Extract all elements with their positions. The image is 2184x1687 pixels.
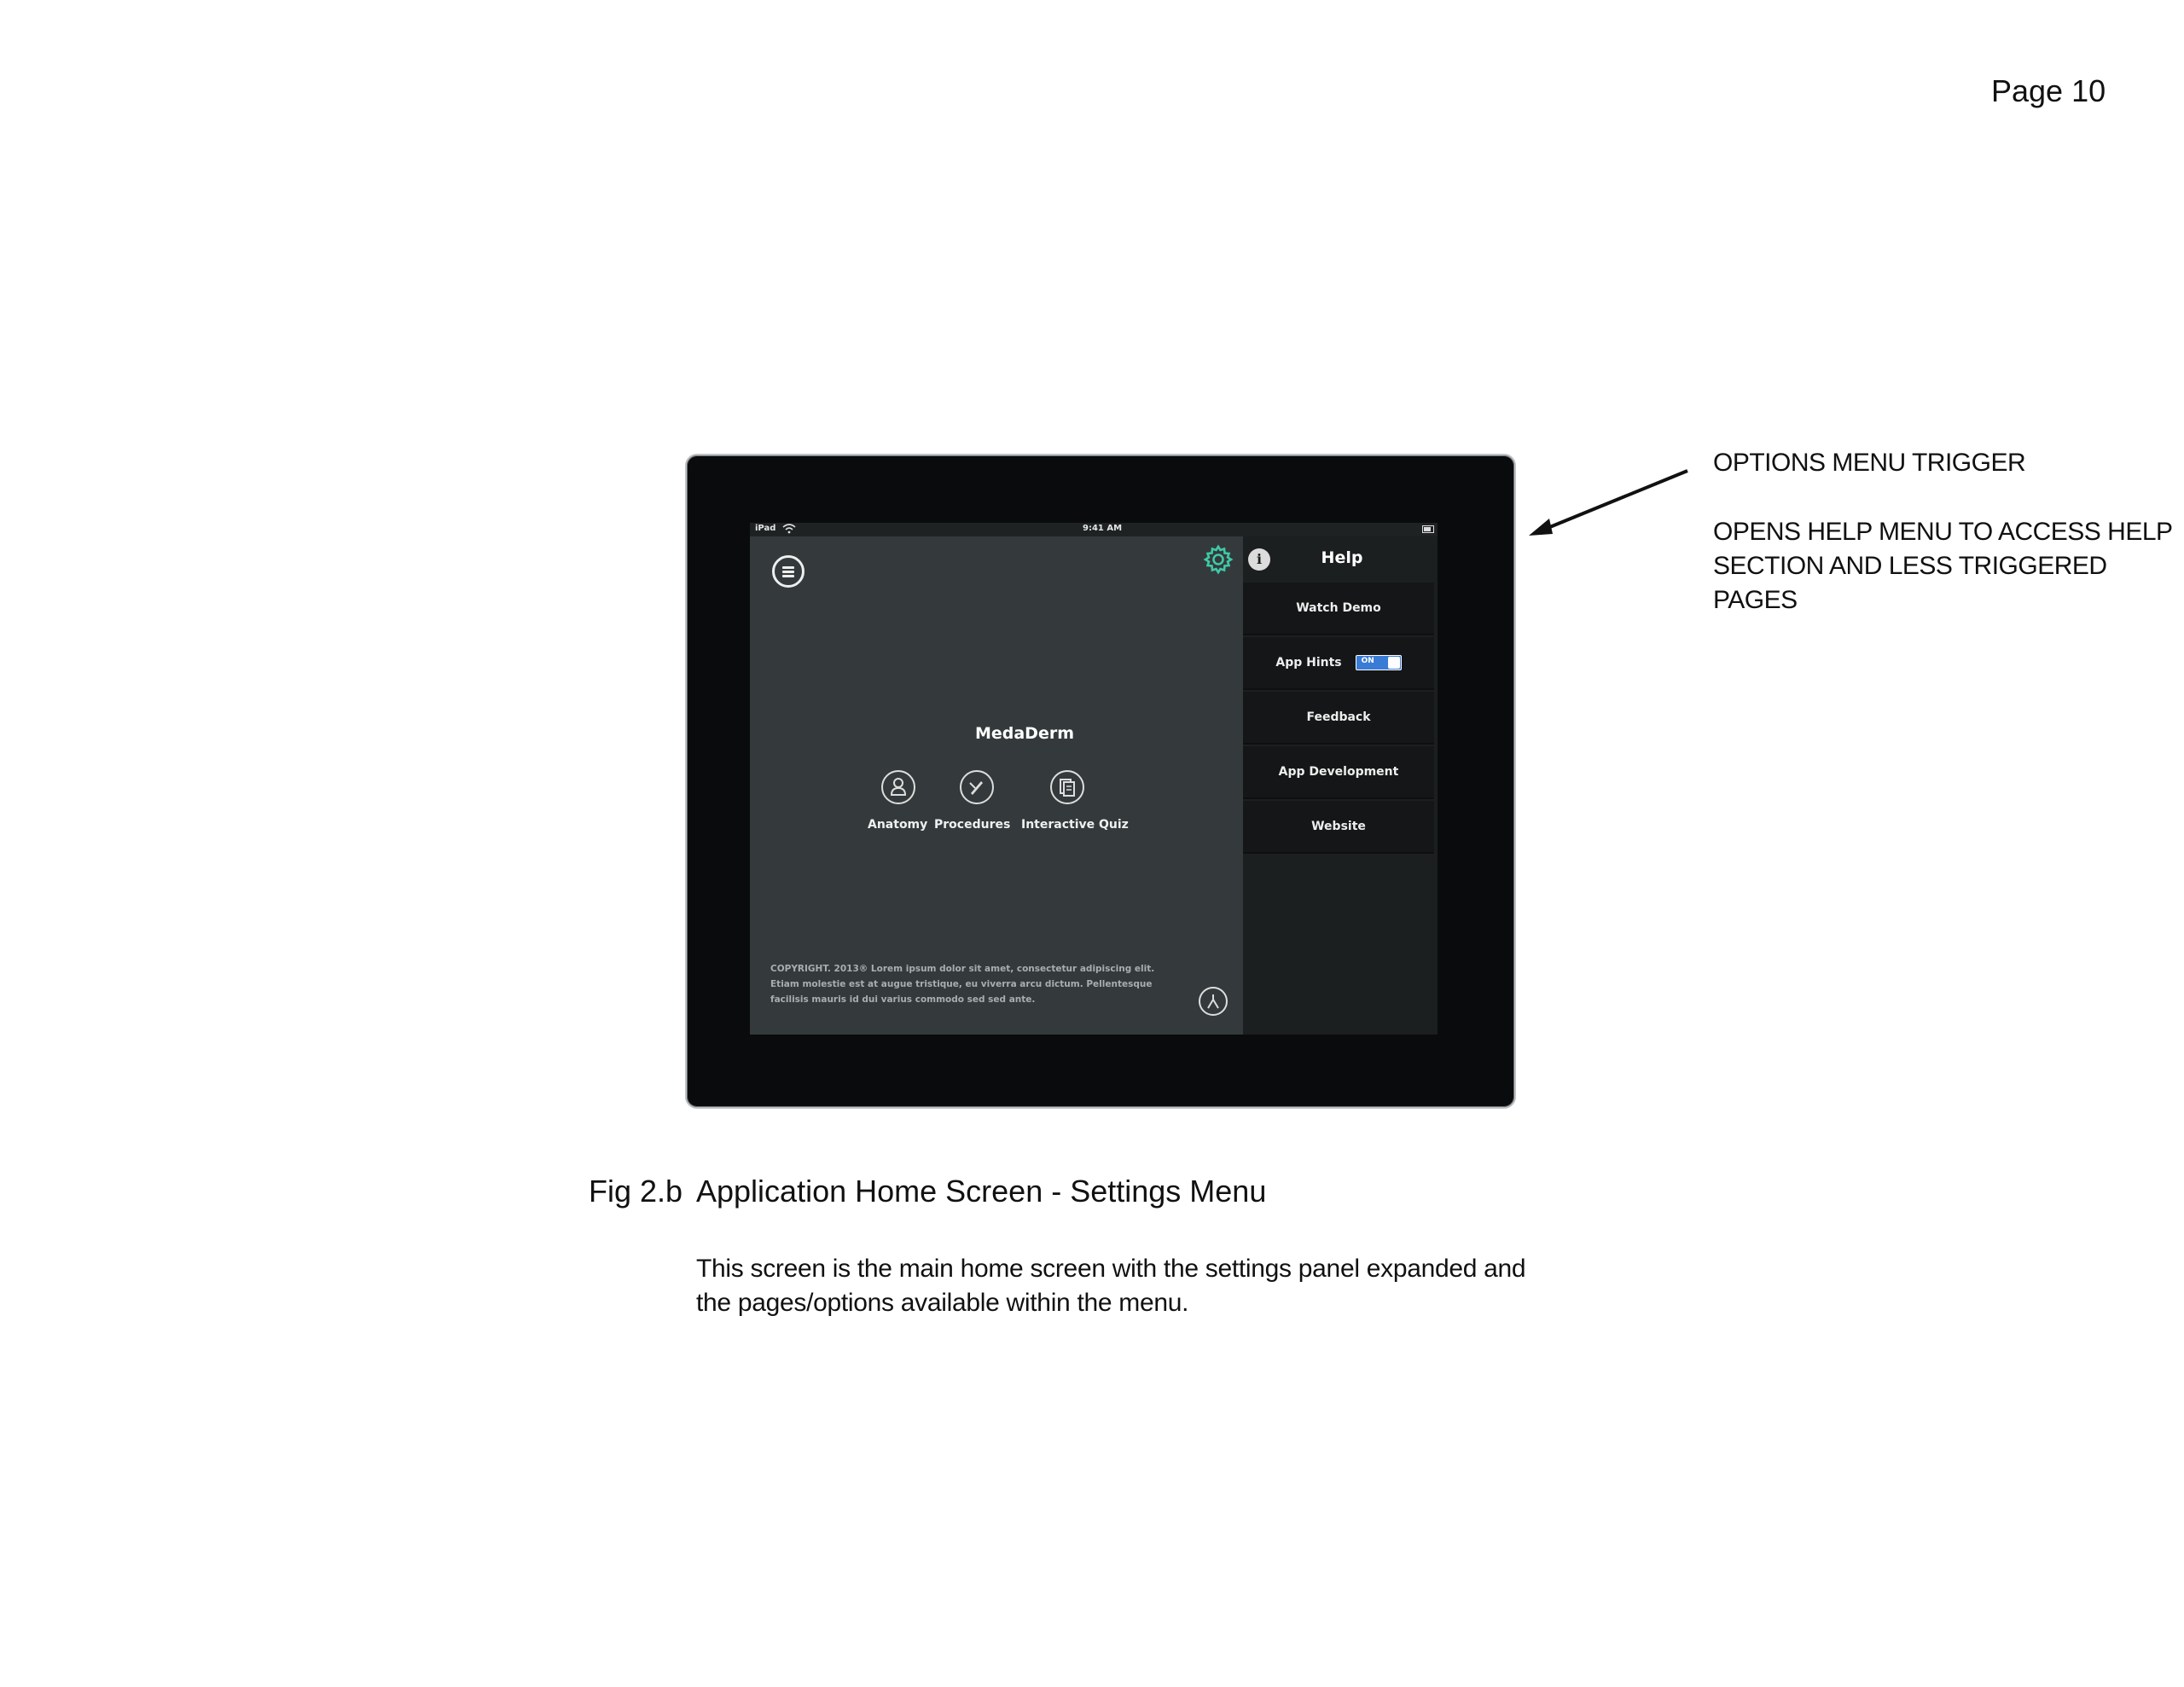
- wifi-icon: [782, 524, 796, 534]
- settings-panel: i Help Watch Demo App Hints ON Feedback …: [1243, 536, 1438, 1035]
- scalpel-icon: [969, 781, 983, 795]
- website-label: Website: [1311, 820, 1366, 833]
- website-item[interactable]: Website: [1243, 801, 1434, 854]
- toggle-state: ON: [1361, 657, 1374, 665]
- panel-title: Help: [1321, 548, 1363, 567]
- clipboard-icon: [1060, 779, 1075, 797]
- tablet-frame: iPad 9:41 AM MedaDerm Anatomy Procedures…: [685, 454, 1516, 1109]
- annotation-description: OPENS HELP MENU TO ACCESS HELP SECTION A…: [1713, 518, 2172, 614]
- anatomy-button[interactable]: [881, 770, 915, 804]
- feedback-label: Feedback: [1306, 710, 1371, 724]
- app-hints-item[interactable]: App Hints ON: [1243, 637, 1434, 690]
- feedback-item[interactable]: Feedback: [1243, 692, 1434, 745]
- anatomy-label[interactable]: Anatomy: [868, 818, 927, 832]
- battery-icon: [1422, 525, 1434, 533]
- person-icon: [890, 778, 907, 796]
- figure-caption: Fig 2.b Application Home Screen - Setting…: [589, 1174, 1266, 1209]
- status-bar: iPad 9:41 AM: [750, 523, 1438, 536]
- figure-label: Fig 2.b: [589, 1174, 683, 1209]
- app-screen: iPad 9:41 AM MedaDerm Anatomy Procedures…: [750, 523, 1438, 1035]
- logo-icon[interactable]: [1199, 987, 1228, 1016]
- page-number: Page 10: [1991, 73, 2106, 108]
- watch-demo-label: Watch Demo: [1296, 601, 1381, 615]
- figure-title: Application Home Screen - Settings Menu: [696, 1174, 1267, 1209]
- copyright-text: COPYRIGHT. 2013® Lorem ipsum dolor sit a…: [770, 964, 1155, 1005]
- panel-header: i Help: [1243, 536, 1438, 583]
- app-hints-label: App Hints: [1275, 656, 1342, 670]
- toggle-knob: [1387, 657, 1400, 669]
- procedures-label[interactable]: Procedures: [934, 818, 1010, 832]
- annotation-title: OPTIONS MENU TRIGGER: [1713, 449, 2026, 477]
- interactive-quiz-button[interactable]: [1050, 770, 1084, 804]
- procedures-button[interactable]: [960, 770, 994, 804]
- app-hints-toggle[interactable]: ON: [1355, 655, 1402, 670]
- app-title: MedaDerm: [974, 724, 1075, 743]
- status-time: 9:41 AM: [1083, 524, 1123, 533]
- compass-icon: [1207, 994, 1219, 1009]
- figure-description: This screen is the main home screen with…: [696, 1255, 1526, 1317]
- info-icon[interactable]: i: [1248, 548, 1270, 571]
- status-device: iPad: [755, 524, 776, 533]
- arrow-icon: [1529, 469, 1688, 536]
- app-development-label: App Development: [1278, 765, 1399, 779]
- interactive-quiz-label[interactable]: Interactive Quiz: [1021, 818, 1129, 832]
- hamburger-menu-icon[interactable]: [772, 555, 804, 588]
- watch-demo-item[interactable]: Watch Demo: [1243, 583, 1434, 635]
- app-development-item[interactable]: App Development: [1243, 746, 1434, 799]
- gear-icon[interactable]: [1202, 543, 1234, 576]
